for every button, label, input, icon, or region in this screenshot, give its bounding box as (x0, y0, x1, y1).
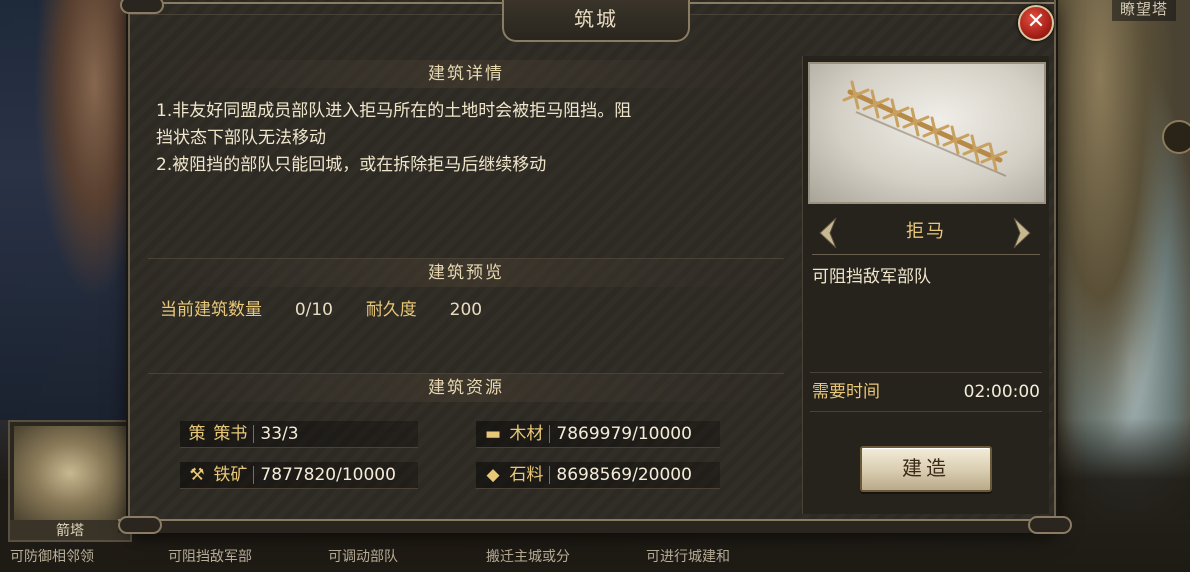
building-stats: 当前建筑数量 0/10 耐久度 200 (160, 295, 482, 320)
building-card-arrow-tower[interactable]: 箭塔 (8, 420, 132, 542)
details-text: 1.非友好同盟成员部队进入拒马所在的土地时会被拒马阻挡。阻 挡状态下部队无法移动… (156, 98, 781, 179)
dialog-title: 筑城 (502, 0, 690, 42)
prev-building-button[interactable] (816, 216, 840, 250)
resource-name: 策书 (213, 424, 248, 444)
details-heading: 建筑详情 (148, 60, 784, 88)
building-card-desc: 可进行城建和 (646, 549, 730, 565)
details-line: 2.被阻挡的部队只能回城，或在拆除拒马后继续移动 (156, 155, 547, 175)
resource-row-iron: ⚒ 铁矿 7877820/10000 (180, 462, 418, 489)
time-label: 需要时间 (812, 382, 880, 402)
corner-ornament (120, 0, 164, 14)
resource-name: 木材 (509, 424, 544, 444)
build-time-row: 需要时间 02:00:00 (810, 372, 1042, 412)
close-button[interactable]: ✕ (1018, 5, 1054, 41)
details-line: 1.非友好同盟成员部队进入拒马所在的土地时会被拒马阻挡。阻 (156, 101, 632, 121)
resource-value: 7877820/10000 (260, 465, 396, 485)
building-preview-image (808, 62, 1046, 204)
durability-value: 200 (449, 300, 483, 320)
resource-value: 7869979/10000 (556, 424, 692, 444)
count-label: 当前建筑数量 (160, 300, 262, 320)
building-card-desc: 可调动部队 (328, 549, 398, 565)
resources-heading: 建筑资源 (148, 373, 784, 402)
chevron-left-icon (819, 217, 837, 249)
anvil-icon: ⚒ (189, 465, 205, 485)
corner-ornament (118, 516, 162, 534)
building-card-name: 箭塔 (10, 520, 130, 540)
wood-icon: ▬ (484, 424, 502, 444)
hero-portrait (0, 0, 135, 420)
preview-heading: 建筑预览 (148, 258, 784, 287)
stone-icon: ◆ (486, 465, 500, 485)
building-selector: 拒马 (812, 212, 1040, 255)
watchtower-label: 瞭望塔 (1111, 0, 1176, 21)
time-value: 02:00:00 (963, 382, 1040, 402)
resource-name: 铁矿 (213, 465, 248, 485)
resource-value: 33/3 (260, 424, 299, 444)
building-card-desc: 可防御相邻领 (10, 549, 94, 565)
map-round-icon[interactable] (1162, 120, 1190, 154)
corner-ornament (1028, 516, 1072, 534)
building-card-desc: 搬迁主城或分 (486, 549, 570, 565)
close-icon: ✕ (1026, 9, 1046, 34)
resource-row-scroll: 策 策书 33/3 (180, 421, 418, 448)
cheval-de-frise-picture (842, 80, 1008, 177)
resource-row-wood: ▬ 木材 7869979/10000 (476, 421, 720, 448)
building-card-desc: 可阻挡敌军部 (168, 549, 252, 565)
scroll-book-icon: 策 (188, 424, 206, 444)
building-name: 拒马 (906, 221, 946, 242)
resource-value: 8698569/20000 (556, 465, 692, 485)
build-button[interactable]: 建造 (860, 446, 992, 492)
details-line: 挡状态下部队无法移动 (156, 128, 326, 148)
building-description: 可阻挡敌军部队 (812, 267, 931, 287)
count-value: 0/10 (294, 300, 333, 320)
chevron-right-icon (1013, 217, 1031, 249)
next-building-button[interactable] (1010, 216, 1034, 250)
resource-name: 石料 (509, 465, 544, 485)
durability-label: 耐久度 (365, 300, 417, 320)
resource-row-stone: ◆ 石料 8698569/20000 (476, 462, 720, 489)
bottom-divider (118, 519, 1066, 533)
arrow-tower-picture (14, 426, 126, 520)
